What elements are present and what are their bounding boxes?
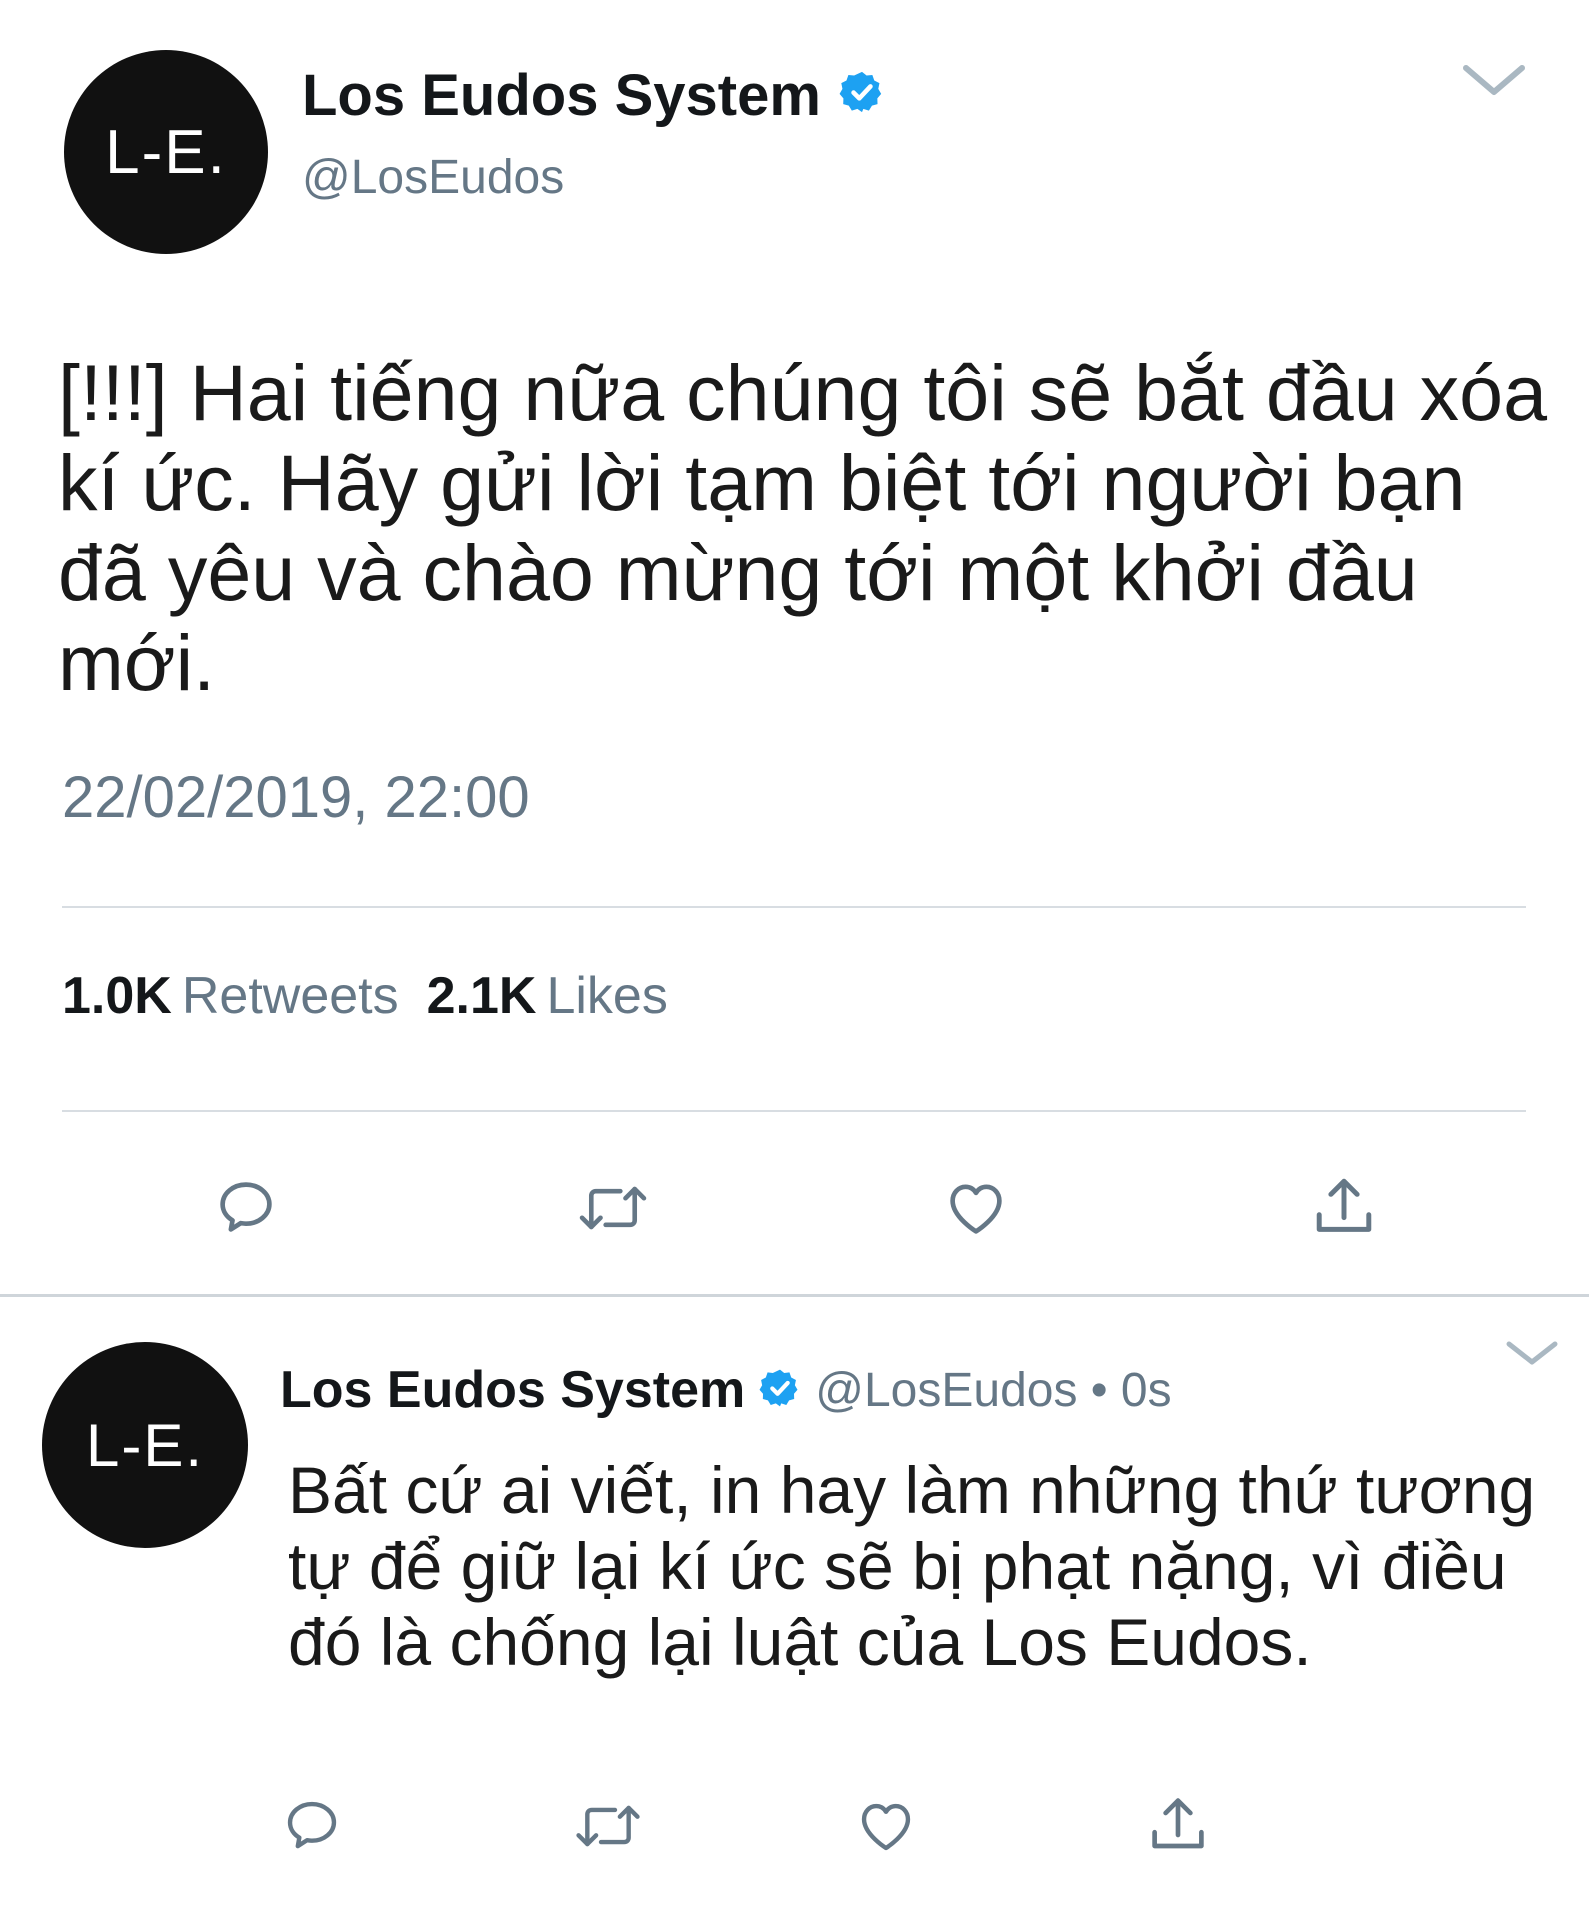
retweet-icon[interactable] xyxy=(572,1168,654,1248)
reply-icon[interactable] xyxy=(274,1788,350,1864)
reply-icon[interactable] xyxy=(206,1168,286,1248)
retweet-label: Retweets xyxy=(181,967,399,1025)
engagement-stats: 1.0K Retweets 2.1K Likes xyxy=(62,966,696,1026)
reply-header: Los Eudos System @LosEudos • 0s xyxy=(280,1360,1172,1420)
divider xyxy=(62,1110,1526,1112)
retweet-icon[interactable] xyxy=(568,1788,648,1864)
verified-badge-icon xyxy=(839,62,885,129)
display-name[interactable]: Los Eudos System xyxy=(302,62,885,129)
handle[interactable]: @LosEudos xyxy=(302,150,564,205)
like-label: Likes xyxy=(546,967,668,1025)
timestamp[interactable]: 22/02/2019, 22:00 xyxy=(62,764,530,831)
avatar[interactable]: L-E. xyxy=(64,50,268,254)
avatar-logo-text: L-E. xyxy=(105,117,227,187)
share-icon[interactable] xyxy=(1304,1164,1384,1248)
retweet-count: 1.0K xyxy=(62,967,172,1025)
chevron-down-icon[interactable] xyxy=(1460,60,1528,105)
retweet-stat[interactable]: 1.0K Retweets xyxy=(62,967,427,1025)
reply-tweet-text: Bất cứ ai viết, in hay làm những thứ tươ… xyxy=(288,1453,1536,1679)
verified-badge-icon xyxy=(759,1367,801,1414)
divider xyxy=(62,906,1526,908)
avatar-logo-text: L-E. xyxy=(85,1411,205,1479)
tweet-separator xyxy=(0,1294,1589,1297)
like-count: 2.1K xyxy=(426,967,537,1025)
tweet-text: [!!!] Hai tiếng nữa chúng tôi sẽ bắt đầu… xyxy=(58,348,1548,707)
reply-avatar[interactable]: L-E. xyxy=(42,1342,248,1548)
reply-handle-time[interactable]: @LosEudos • 0s xyxy=(815,1363,1171,1418)
heart-icon[interactable] xyxy=(848,1788,924,1864)
chevron-down-icon[interactable] xyxy=(1504,1338,1560,1373)
heart-icon[interactable] xyxy=(936,1168,1016,1248)
share-icon[interactable] xyxy=(1140,1784,1216,1864)
reply-display-name[interactable]: Los Eudos System xyxy=(280,1360,745,1420)
like-stat[interactable]: 2.1K Likes xyxy=(427,967,696,1025)
display-name-text: Los Eudos System xyxy=(302,63,821,128)
